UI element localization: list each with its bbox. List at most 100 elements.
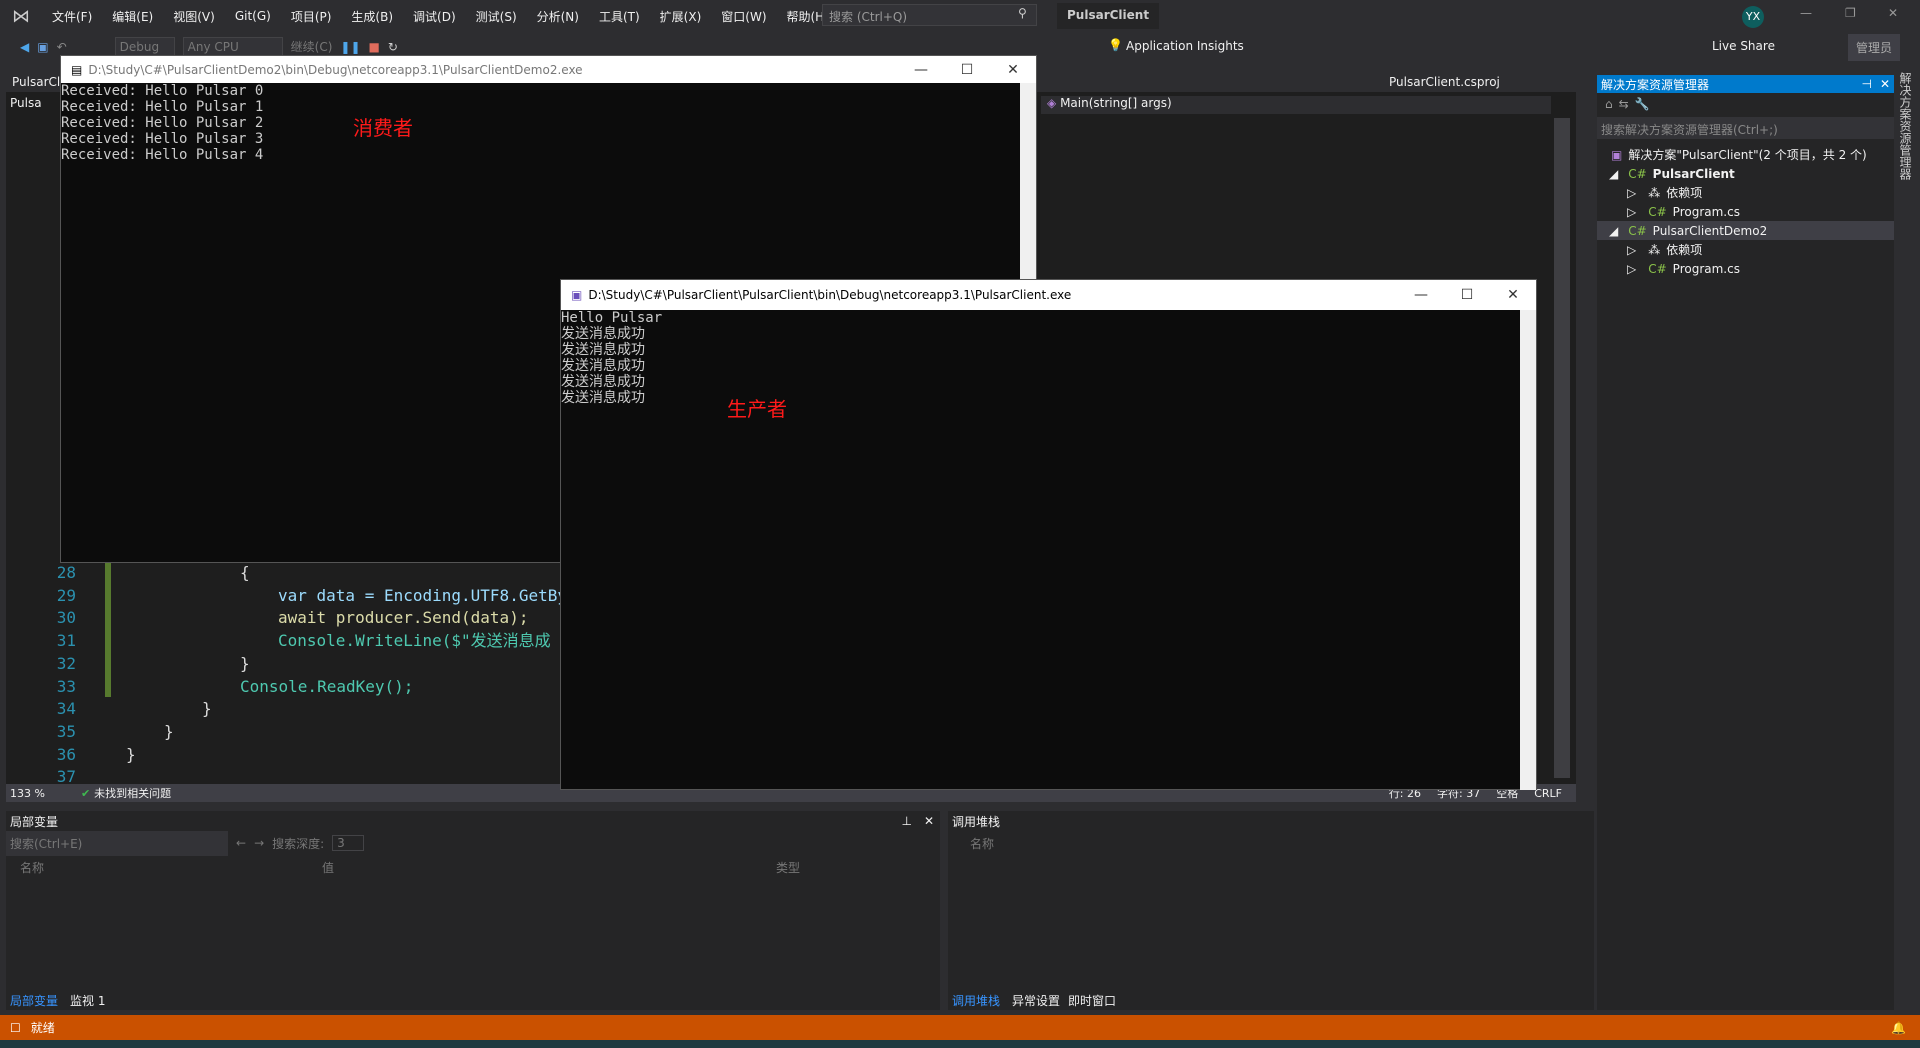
file-nav-dropdown[interactable]: Pulsa bbox=[10, 96, 42, 110]
minimize-button[interactable]: — bbox=[1398, 287, 1444, 303]
csproj-tab[interactable]: PulsarClient.csproj bbox=[1389, 75, 1500, 89]
menu-analyze[interactable]: 分析(N) bbox=[527, 8, 589, 25]
forward-icon[interactable]: → bbox=[254, 836, 264, 850]
menu-edit[interactable]: 编辑(E) bbox=[102, 8, 163, 25]
call-stack-panel: 调用堆栈 名称 调用堆栈 异常设置 即时窗口 bbox=[948, 811, 1594, 1010]
member-dropdown[interactable]: ◈ Main(string[] args) bbox=[1041, 96, 1551, 114]
live-share-button[interactable]: Live Share bbox=[1712, 39, 1775, 53]
console-scrollbar[interactable] bbox=[1520, 310, 1536, 790]
search-icon: ⚲ bbox=[1018, 6, 1027, 20]
tab-call-stack[interactable]: 调用堆栈 bbox=[948, 992, 1004, 1009]
zoom-level[interactable]: 133 % bbox=[10, 787, 45, 800]
editor-scrollbar[interactable] bbox=[1554, 118, 1570, 778]
menu-extensions[interactable]: 扩展(X) bbox=[650, 8, 712, 25]
menu-project[interactable]: 项目(P) bbox=[281, 8, 342, 25]
config-select[interactable]: Debug bbox=[114, 36, 175, 57]
locals-panel: 局部变量 ⊥ ✕ 搜索(Ctrl+E) ← → 搜索深度: 3 名称 值 类型 局部变… bbox=[6, 811, 940, 1010]
code-lines: 28{ 29 var data = Encoding.UTF8.GetBy 30 a… bbox=[6, 562, 567, 789]
menu-file[interactable]: 文件(F) bbox=[42, 8, 102, 25]
producer-title-bar[interactable]: ▣ D:\Study\C#\PulsarClient\PulsarClient\… bbox=[561, 280, 1536, 310]
sync-icon[interactable]: ⇆ bbox=[1619, 97, 1635, 111]
collapse-arrow-icon[interactable]: ▷ bbox=[1627, 186, 1636, 200]
tree-item-file[interactable]: ▷ C# Program.cs bbox=[1597, 259, 1894, 278]
back-icon[interactable]: ◀ bbox=[20, 40, 29, 54]
expand-arrow-icon[interactable]: ◢ bbox=[1609, 167, 1618, 181]
tree-item-file[interactable]: ▷ C# Program.cs bbox=[1597, 202, 1894, 221]
column-name[interactable]: 名称 bbox=[948, 831, 1594, 856]
menu-window[interactable]: 窗口(W) bbox=[711, 8, 776, 25]
search-input[interactable]: 搜索 (Ctrl+Q) bbox=[822, 4, 1037, 26]
collapse-arrow-icon[interactable]: ▷ bbox=[1627, 262, 1636, 276]
tree-item-dependencies[interactable]: ▷ ⁂ 依赖项 bbox=[1597, 240, 1894, 259]
consumer-title-bar[interactable]: ▤ D:\Study\C#\PulsarClientDemo2\bin\Debu… bbox=[61, 56, 1036, 83]
column-type[interactable]: 类型 bbox=[776, 859, 800, 876]
status-bar: ☐ 就绪 🔔 bbox=[0, 1015, 1920, 1040]
tab-exception-settings[interactable]: 异常设置 bbox=[1012, 992, 1060, 1009]
notifications-icon[interactable]: 🔔 bbox=[1891, 1021, 1906, 1035]
menu-git[interactable]: Git(G) bbox=[225, 9, 281, 23]
solution-icon: ▣ bbox=[1611, 147, 1623, 162]
maximize-button[interactable]: ☐ bbox=[1444, 287, 1490, 303]
undo-icon[interactable]: ↶ bbox=[57, 40, 67, 54]
continue-button[interactable]: 继续(C) bbox=[291, 38, 333, 55]
menu-tools[interactable]: 工具(T) bbox=[589, 8, 650, 25]
solution-explorer: 解决方案资源管理器 ⊣ ✕ ⌂⇆🔧 搜索解决方案资源管理器(Ctrl+;) ▣ 解… bbox=[1597, 75, 1894, 1010]
tree-item-project[interactable]: ◢ C# PulsarClientDemo2 bbox=[1597, 221, 1894, 240]
code-line: 32} bbox=[56, 653, 250, 673]
home-icon[interactable]: ⌂ bbox=[1605, 97, 1619, 111]
producer-console-window[interactable]: ▣ D:\Study\C#\PulsarClient\PulsarClient\… bbox=[560, 279, 1537, 790]
tab-watch-1[interactable]: 监视 1 bbox=[70, 992, 105, 1009]
platform-select[interactable]: Any CPU bbox=[182, 36, 283, 57]
collapse-arrow-icon[interactable]: ▷ bbox=[1627, 205, 1636, 219]
restart-icon[interactable]: ↻ bbox=[388, 40, 398, 54]
back-icon[interactable]: ← bbox=[236, 836, 246, 850]
tree-item-dependencies[interactable]: ▷ ⁂ 依赖项 bbox=[1597, 183, 1894, 202]
close-icon[interactable]: ✕ bbox=[918, 814, 940, 828]
maximize-button[interactable]: ☐ bbox=[944, 62, 990, 78]
locals-title: 局部变量 bbox=[10, 814, 59, 829]
save-icon[interactable]: ▣ bbox=[37, 40, 48, 54]
menu-view[interactable]: 视图(V) bbox=[163, 8, 225, 25]
column-name[interactable]: 名称 bbox=[6, 859, 322, 876]
csharp-project-icon: C# bbox=[1628, 223, 1647, 238]
ready-icon: ☐ bbox=[10, 1020, 21, 1035]
column-value[interactable]: 值 bbox=[322, 859, 776, 876]
pause-icon[interactable]: ❚❚ bbox=[340, 40, 360, 54]
pin-icon[interactable]: ⊥ bbox=[895, 814, 917, 828]
close-button[interactable]: ✕ bbox=[990, 62, 1036, 78]
output-line: 发送消息成功 bbox=[561, 326, 645, 342]
tree-item-project[interactable]: ◢ C# PulsarClient bbox=[1597, 164, 1894, 183]
minimize-icon[interactable]: — bbox=[1800, 6, 1812, 20]
wrench-icon[interactable]: 🔧 bbox=[1635, 97, 1656, 111]
menu-test[interactable]: 测试(S) bbox=[466, 8, 527, 25]
stop-icon[interactable]: ■ bbox=[369, 40, 380, 54]
csharp-file-icon: C# bbox=[1648, 261, 1667, 276]
issues-status[interactable]: 未找到相关问题 bbox=[94, 785, 171, 801]
close-icon[interactable]: ✕ bbox=[1876, 77, 1894, 91]
solution-tree: ▣ 解决方案"PulsarClient"(2 个项目，共 2 个) ◢ C# Puls… bbox=[1597, 139, 1894, 278]
solution-explorer-side-tab[interactable]: 解决方案资源管理器 bbox=[1896, 72, 1914, 180]
output-line: 发送消息成功 bbox=[561, 390, 645, 406]
tree-item-solution[interactable]: ▣ 解决方案"PulsarClient"(2 个项目，共 2 个) bbox=[1597, 145, 1894, 164]
doc-tab[interactable]: PulsarCl bbox=[12, 75, 60, 89]
locals-search-input[interactable]: 搜索(Ctrl+E) bbox=[6, 830, 228, 856]
search-depth-select[interactable]: 3 bbox=[332, 835, 364, 851]
output-line: Received: Hello Pulsar 3 bbox=[61, 131, 264, 147]
close-icon[interactable]: ✕ bbox=[1888, 6, 1898, 20]
output-line: Received: Hello Pulsar 0 bbox=[61, 83, 264, 99]
csharp-file-icon: C# bbox=[1648, 204, 1667, 219]
pin-icon[interactable]: ⊣ bbox=[1857, 77, 1875, 91]
application-insights-button[interactable]: Application Insights bbox=[1126, 39, 1244, 53]
tab-locals[interactable]: 局部变量 bbox=[6, 992, 62, 1009]
close-button[interactable]: ✕ bbox=[1490, 287, 1536, 303]
code-line: 36} bbox=[56, 744, 136, 764]
solution-search-input[interactable]: 搜索解决方案资源管理器(Ctrl+;) bbox=[1597, 117, 1894, 139]
menu-debug[interactable]: 调试(D) bbox=[403, 8, 466, 25]
avatar[interactable]: YX bbox=[1742, 6, 1764, 28]
tab-immediate-window[interactable]: 即时窗口 bbox=[1068, 992, 1116, 1009]
collapse-arrow-icon[interactable]: ▷ bbox=[1627, 243, 1636, 257]
restore-icon[interactable]: ❐ bbox=[1845, 6, 1856, 20]
menu-build[interactable]: 生成(B) bbox=[341, 8, 403, 25]
minimize-button[interactable]: — bbox=[898, 62, 944, 78]
expand-arrow-icon[interactable]: ◢ bbox=[1609, 224, 1618, 238]
